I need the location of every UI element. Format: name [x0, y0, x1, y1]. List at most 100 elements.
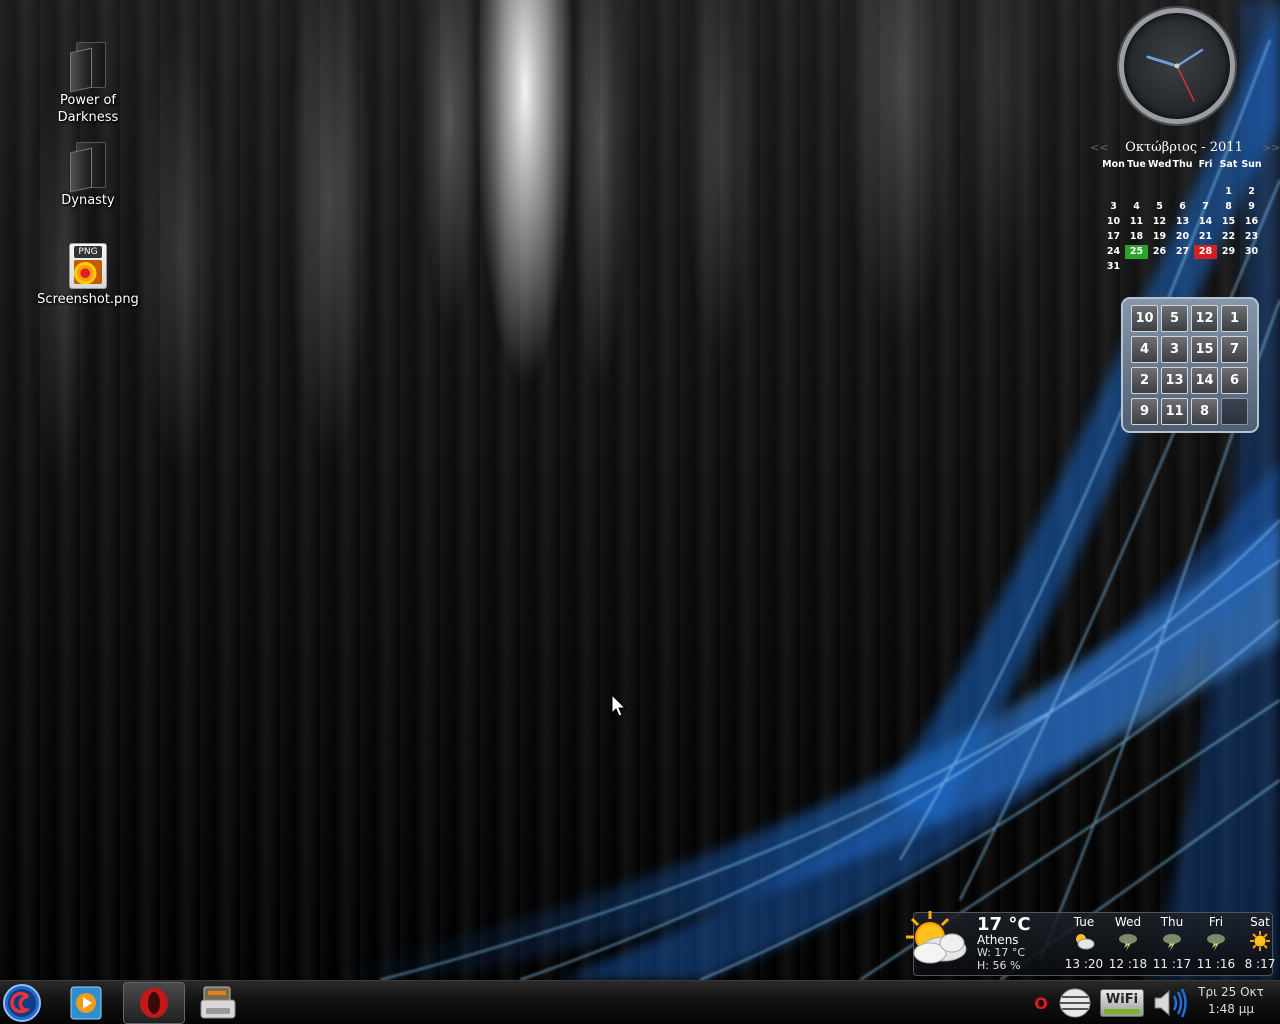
opera-tray-icon[interactable]: O [1032, 986, 1050, 1020]
network-manager-icon[interactable] [1056, 986, 1094, 1020]
calendar-prev-button[interactable]: << [1090, 141, 1108, 154]
calendar-day-cell[interactable]: 18 [1125, 230, 1148, 244]
calendar-day-cell[interactable]: 27 [1171, 245, 1194, 259]
calendar-marked-cell[interactable]: 28 [1194, 245, 1217, 259]
calendar-weekday-header: Thu [1172, 159, 1193, 170]
calendar-day-cell[interactable]: 17 [1102, 230, 1125, 244]
media-player-button[interactable] [66, 982, 108, 1024]
taskbar-clock-date: Τρι 25 Οκτ [1198, 985, 1264, 999]
calendar-day-cell[interactable]: 2 [1240, 185, 1263, 199]
desktop-icon-power-of-darkness[interactable]: Power of Darkness [33, 42, 143, 126]
calendar-day-cell[interactable]: 8 [1217, 200, 1240, 214]
desktop-icon-label: Dynasty [61, 193, 115, 208]
calendar-day-cell [1217, 260, 1240, 274]
desktop-icon-dynasty[interactable]: Dynasty [33, 142, 143, 209]
calendar-day-cell[interactable]: 31 [1102, 260, 1125, 274]
forecast-temps: 11 :16 [1196, 957, 1236, 971]
wifi-label: WiFi [1105, 992, 1139, 1007]
calendar-day-cell[interactable]: 14 [1194, 215, 1217, 229]
calendar-day-cell[interactable]: 26 [1148, 245, 1171, 259]
puzzle-tile[interactable]: 2 [1131, 367, 1158, 394]
calendar-day-cell[interactable]: 23 [1240, 230, 1263, 244]
puzzle-tile[interactable]: 6 [1221, 367, 1248, 394]
analog-clock-widget[interactable] [1119, 8, 1235, 124]
puzzle-tile[interactable]: 3 [1161, 336, 1188, 363]
calendar-day-cell[interactable]: 30 [1240, 245, 1263, 259]
calendar-day-cell[interactable]: 16 [1240, 215, 1263, 229]
folder-icon [68, 42, 108, 93]
calendar-day-cell[interactable]: 7 [1194, 200, 1217, 214]
calendar-day-cell[interactable]: 5 [1148, 200, 1171, 214]
taskbar-clock[interactable]: Τρι 25 Οκτ 1:48 μμ [1194, 984, 1268, 1018]
calendar-day-cell[interactable]: 13 [1171, 215, 1194, 229]
calendar-month-title: Οκτώβριος - 2011 [1125, 139, 1243, 155]
partly-cloudy-sun-icon [1062, 929, 1106, 953]
calendar-day-cell[interactable]: 12 [1148, 215, 1171, 229]
calendar-day-cell[interactable]: 3 [1102, 200, 1125, 214]
weather-wind: W: 17 °C [977, 946, 1026, 959]
wifi-icon[interactable]: WiFi [1098, 986, 1146, 1020]
forecast-day-name: Wed [1114, 915, 1142, 929]
calendar-day-cell[interactable]: 9 [1240, 200, 1263, 214]
puzzle-tile[interactable]: 13 [1161, 367, 1188, 394]
opera-tray-letter: O [1034, 993, 1048, 1013]
thunderstorm-icon [1106, 929, 1150, 953]
calendar-day-cell[interactable]: 29 [1217, 245, 1240, 259]
calendar-day-cell[interactable]: 6 [1171, 200, 1194, 214]
forecast-temps: 8 :17 [1244, 957, 1276, 971]
thunderstorm-icon [1150, 929, 1194, 953]
calendar-day-cell[interactable]: 11 [1125, 215, 1148, 229]
puzzle-tile[interactable]: 7 [1221, 336, 1248, 363]
calendar-day-cell [1194, 185, 1217, 199]
puzzle-tile[interactable]: 15 [1191, 336, 1218, 363]
calendar-day-cell[interactable]: 22 [1217, 230, 1240, 244]
puzzle-tile[interactable]: 14 [1191, 367, 1218, 394]
partly-cloudy-sun-icon [906, 911, 967, 964]
puzzle-tile[interactable]: 8 [1191, 398, 1218, 425]
calendar-day-cell[interactable]: 20 [1171, 230, 1194, 244]
calendar-today-cell[interactable]: 25 [1125, 245, 1148, 259]
weather-widget[interactable]: 17 °C Athens W: 17 °C H: 56 % Tue 13 :20 W… [906, 911, 1275, 976]
clock-minute-hand [1175, 48, 1204, 68]
calendar-next-button[interactable]: >> [1262, 141, 1280, 154]
png-file-icon: PNG [69, 243, 107, 289]
puzzle-tile[interactable]: 9 [1131, 398, 1158, 425]
puzzle-tile[interactable]: 10 [1131, 305, 1158, 332]
speaker-icon [1154, 988, 1187, 1018]
forecast-temps: 12 :18 [1108, 957, 1148, 971]
puzzle-tile[interactable]: 1 [1221, 305, 1248, 332]
forecast-temps: 13 :20 [1064, 957, 1104, 971]
calendar-day-cell [1148, 260, 1171, 274]
calendar-day-cell[interactable]: 21 [1194, 230, 1217, 244]
calendar-weekday-header: Tue [1127, 159, 1146, 170]
opera-icon [140, 988, 168, 1018]
forecast-day-name: Fri [1208, 915, 1224, 929]
forecast-temps: 11 :17 [1152, 957, 1192, 971]
opera-taskbar-button[interactable] [123, 982, 185, 1024]
calendar-day-cell[interactable]: 24 [1102, 245, 1125, 259]
forecast-day-name: Tue [1073, 915, 1095, 929]
debian-menu-button[interactable] [1, 982, 43, 1024]
desktop-icon-label: Screenshot.png [37, 292, 139, 307]
calendar-day-cell[interactable]: 4 [1125, 200, 1148, 214]
desktop-icon-screenshot-png[interactable]: PNG Screenshot.png [33, 243, 143, 308]
volume-icon[interactable] [1150, 986, 1192, 1020]
puzzle-tile[interactable]: 11 [1161, 398, 1188, 425]
fifteen-puzzle-widget[interactable]: 10 5 12 1 4 3 15 7 2 13 14 6 9 11 8 [1121, 297, 1259, 433]
png-badge: PNG [74, 246, 102, 258]
calendar-day-cell[interactable]: 15 [1217, 215, 1240, 229]
calendar-day-cell[interactable]: 10 [1102, 215, 1125, 229]
weather-humidity: H: 56 % [977, 959, 1021, 972]
puzzle-tile[interactable]: 5 [1161, 305, 1188, 332]
thunderstorm-icon [1194, 929, 1238, 953]
file-manager-button[interactable] [197, 982, 239, 1024]
puzzle-empty-slot[interactable] [1221, 398, 1248, 425]
clock-face [1146, 48, 1204, 102]
calendar-day-cell [1171, 260, 1194, 274]
calendar-day-cell[interactable]: 19 [1148, 230, 1171, 244]
calendar-day-cell[interactable]: 1 [1217, 185, 1240, 199]
forecast-day: Fri 11 :16 [1194, 915, 1238, 975]
forecast-day-name: Sat [1250, 915, 1270, 929]
puzzle-tile[interactable]: 12 [1191, 305, 1218, 332]
puzzle-tile[interactable]: 4 [1131, 336, 1158, 363]
